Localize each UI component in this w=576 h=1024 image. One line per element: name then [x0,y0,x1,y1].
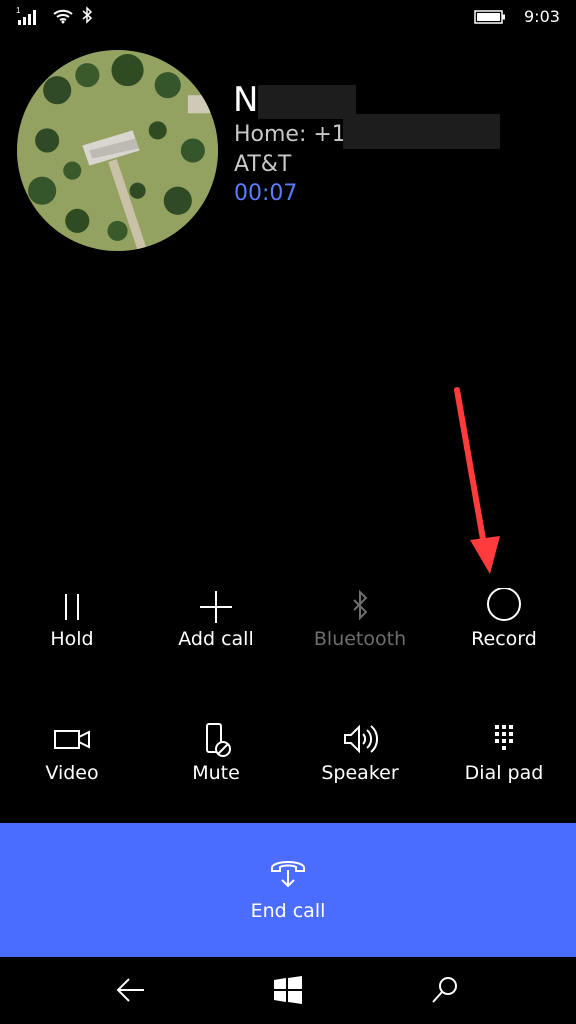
speaker-label: Speaker [321,762,399,784]
battery-icon [474,10,505,24]
video-button[interactable]: Video [0,722,144,832]
mute-label: Mute [192,762,240,784]
annotation-arrow-icon [454,387,500,574]
signal-sim-label: 1 [16,6,21,15]
record-label: Record [471,628,537,650]
dial-pad-label: Dial pad [464,762,544,784]
status-bar: 1 9:03 [0,0,576,34]
navigation-bar [0,957,576,1024]
record-button[interactable]: Record [432,588,576,698]
redacted-name [258,85,356,119]
video-icon [54,730,90,749]
hold-button[interactable]: Hold [0,588,144,698]
video-label: Video [45,762,99,784]
dialpad-icon [495,725,513,750]
mute-button[interactable]: Mute [144,722,288,832]
bluetooth-status-icon [82,6,93,24]
speaker-icon [344,724,378,754]
end-call-button[interactable]: End call [0,823,576,957]
mute-icon [206,723,231,757]
hold-label: Hold [50,628,94,650]
bluetooth-icon [353,589,368,621]
back-icon[interactable] [114,975,148,1005]
plus-icon [200,591,232,623]
signal-icon: 1 [16,6,36,25]
carrier-label: AT&T [234,152,292,177]
contact-name: N [233,80,259,120]
end-call-icon [271,861,305,888]
wifi-icon [53,9,73,24]
bluetooth-label: Bluetooth [313,628,407,650]
call-duration: 00:07 [234,181,298,206]
end-call-label: End call [250,900,326,922]
redacted-number [343,114,500,149]
add-call-button[interactable]: Add call [144,588,288,698]
dial-pad-button[interactable]: Dial pad [432,722,576,832]
contact-number: Home: +1 [234,122,346,147]
record-icon [487,588,521,621]
search-icon[interactable] [428,975,462,1005]
bluetooth-button[interactable]: Bluetooth [288,588,432,698]
clock: 9:03 [524,7,560,26]
speaker-button[interactable]: Speaker [288,722,432,832]
pause-icon [65,594,79,620]
windows-icon[interactable] [271,975,305,1005]
add-call-label: Add call [178,628,254,650]
contact-avatar [17,50,218,251]
